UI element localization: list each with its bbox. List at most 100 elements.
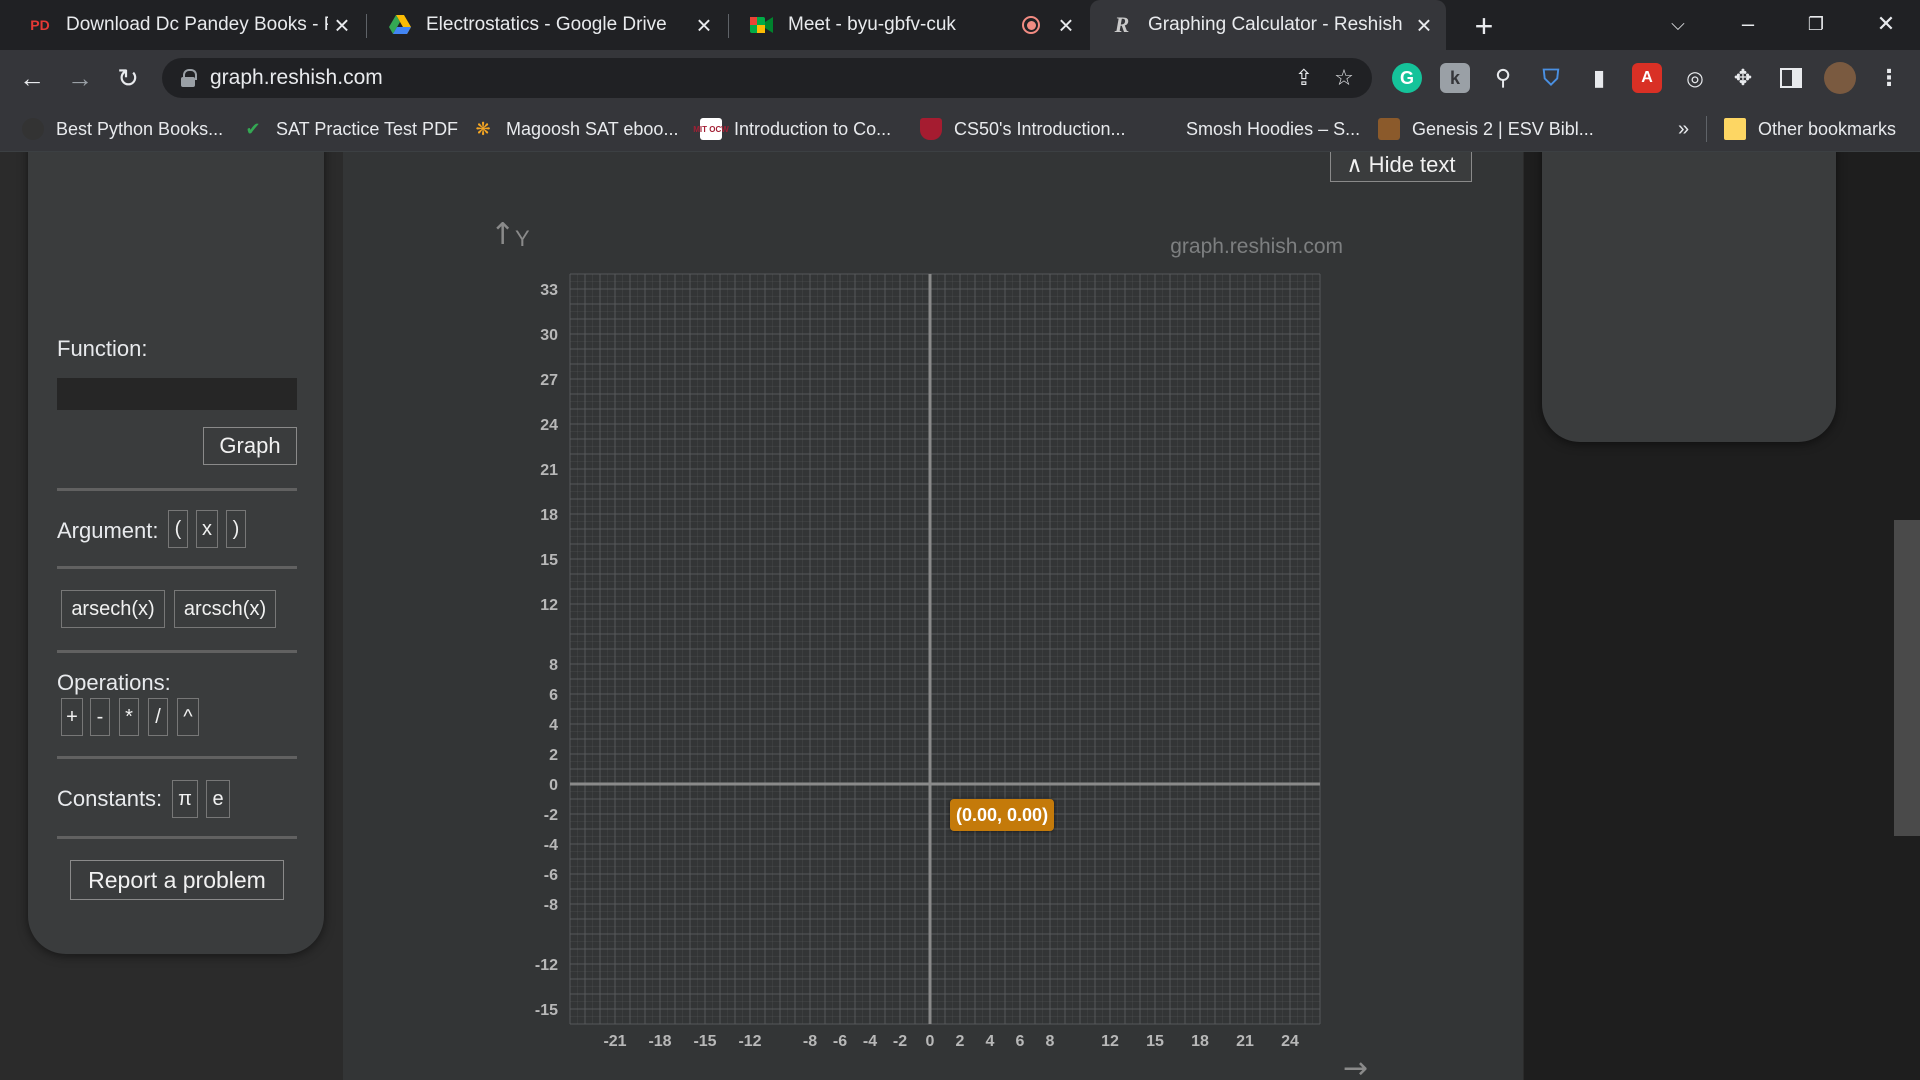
new-tab-icon[interactable]: +	[1466, 8, 1502, 44]
y-tick-label: -8	[544, 897, 558, 914]
extension-k-icon[interactable]: k	[1440, 63, 1470, 93]
arcsch-button[interactable]: arcsch(x)	[174, 590, 276, 628]
tab-label: Download Dc Pandey Books - PD	[66, 14, 328, 35]
bookmark-label: Best Python Books...	[56, 118, 224, 139]
function-input[interactable]	[57, 378, 297, 410]
tab-label: Graphing Calculator - Reshish	[1148, 14, 1403, 35]
profile-avatar[interactable]	[1824, 62, 1856, 94]
pi-button[interactable]: π	[172, 780, 198, 818]
forward-arrow-icon[interactable]: →	[62, 60, 98, 96]
bookmark-cs50[interactable]: CS50's Introduction...	[920, 106, 1126, 152]
close-tab-icon[interactable]: ×	[328, 10, 356, 40]
x-tick-label: 12	[1101, 1033, 1119, 1050]
x-tick-label: 21	[1236, 1033, 1254, 1050]
close-tab-icon[interactable]: ×	[690, 10, 718, 40]
back-arrow-icon[interactable]: ←	[14, 60, 50, 96]
bookmark-smosh-hoodies[interactable]: Smosh Hoodies – S...	[1186, 106, 1360, 152]
y-tick-label: 4	[549, 717, 558, 734]
tab-graphing-calculator[interactable]: R Graphing Calculator - Reshish ×	[1090, 0, 1446, 50]
open-paren-button[interactable]: (	[168, 510, 188, 548]
plus-button[interactable]: +	[61, 698, 83, 736]
y-tick-label: 6	[549, 687, 558, 704]
operations-label: Operations:	[57, 670, 171, 695]
hide-text-button[interactable]: ∧ Hide text	[1330, 152, 1472, 182]
bookmark-label: Introduction to Co...	[734, 118, 892, 139]
grammarly-icon[interactable]: G	[1392, 63, 1422, 93]
watermark: graph.reshish.com	[1170, 235, 1343, 258]
scrollbar-thumb[interactable]	[1894, 520, 1920, 836]
power-button[interactable]: ^	[177, 698, 199, 736]
x-tick-label: -6	[833, 1033, 847, 1050]
bookmark-label: SAT Practice Test PDF	[276, 118, 459, 139]
shield-icon[interactable]: ⛉	[1536, 63, 1566, 93]
x-axis-arrow-icon: →	[1343, 1051, 1368, 1080]
side-card	[1542, 152, 1836, 442]
x-tick-label: 15	[1146, 1033, 1164, 1050]
y-tick-label: -2	[544, 807, 558, 824]
report-problem-button[interactable]: Report a problem	[70, 860, 284, 900]
minus-button[interactable]: -	[90, 698, 110, 736]
other-bookmarks[interactable]: Other bookmarks	[1724, 106, 1896, 152]
share-icon[interactable]: ⇪	[1284, 58, 1324, 98]
restore-icon[interactable]: ❐	[1796, 6, 1836, 42]
graph-button[interactable]: Graph	[203, 427, 297, 465]
x-tick-label: 18	[1191, 1033, 1209, 1050]
x-tick-label: 4	[986, 1033, 995, 1050]
tab-meet[interactable]: Meet - byu-gbfv-cuk ×	[730, 0, 1088, 50]
adobe-acrobat-icon[interactable]: A	[1632, 63, 1662, 93]
y-tick-label: -4	[544, 837, 558, 854]
menu-kebab-icon[interactable]: ⋮	[1874, 63, 1904, 93]
lightbulb-icon[interactable]: ⚲	[1488, 63, 1518, 93]
graph-canvas[interactable]: -21 -18 -15 -12 -8 -6 -4 -2 0 2 4 6 8 12 15 18 21 2433302…	[343, 152, 1523, 1080]
constants-label: Constants:	[57, 786, 163, 811]
folder-icon	[1724, 118, 1746, 140]
y-tick-label: 15	[540, 552, 558, 569]
bible-icon	[1378, 118, 1400, 140]
bookmark-introduction-to-co[interactable]: MIT OCW Introduction to Co...	[693, 106, 892, 152]
side-panel-icon[interactable]	[1776, 63, 1806, 93]
arsech-button[interactable]: arsech(x)	[61, 590, 165, 628]
hubspot-icon: ❋	[475, 118, 491, 139]
address-bar[interactable]: graph.reshish.com ⇪ ☆	[162, 58, 1372, 98]
divide-button[interactable]: /	[148, 698, 168, 736]
x-tick-label: -8	[803, 1033, 817, 1050]
reload-icon[interactable]: ↻	[110, 60, 146, 96]
meet-icon	[750, 13, 774, 37]
bookmarks-overflow-button[interactable]: »	[1678, 106, 1689, 152]
bookmark-best-python-books[interactable]: Best Python Books...	[22, 106, 223, 152]
bookmark-sat-practice[interactable]: ✔ SAT Practice Test PDF	[242, 106, 458, 152]
x-button[interactable]: x	[196, 510, 218, 548]
spy-icon[interactable]: ◎	[1680, 63, 1710, 93]
tab-dc-pandey[interactable]: PD Download Dc Pandey Books - PD ×	[8, 0, 364, 50]
cursor-coordinate-tooltip: (0.00, 0.00)	[950, 799, 1055, 831]
multiply-button[interactable]: *	[119, 698, 139, 736]
x-tick-label: -18	[648, 1033, 671, 1050]
tab-label: Electrostatics - Google Drive	[426, 14, 667, 35]
bookmark-label: CS50's Introduction...	[954, 118, 1126, 139]
url-text[interactable]: graph.reshish.com	[210, 66, 1284, 90]
lock-icon[interactable]	[180, 69, 197, 87]
minimize-icon[interactable]: –	[1728, 6, 1768, 42]
argument-label: Argument:	[57, 518, 159, 543]
bookmark-magoosh[interactable]: ❋ Magoosh SAT eboo...	[472, 106, 678, 152]
close-window-icon[interactable]: ✕	[1866, 6, 1906, 42]
browser-toolbar: ← → ↻ graph.reshish.com ⇪ ☆ G k ⚲ ⛉ ▮ A …	[0, 50, 1920, 106]
bookmark-star-icon[interactable]: ☆	[1324, 58, 1364, 98]
extensions-puzzle-icon[interactable]: ✥	[1728, 63, 1758, 93]
close-tab-icon[interactable]: ×	[1410, 10, 1438, 40]
close-tab-icon[interactable]: ×	[1052, 10, 1080, 40]
x-tick-label: -2	[893, 1033, 907, 1050]
y-tick-label: 12	[540, 597, 558, 614]
files-icon[interactable]: ▮	[1584, 63, 1614, 93]
divider	[57, 566, 297, 569]
y-tick-label: 24	[540, 417, 558, 434]
divider	[57, 836, 297, 839]
close-paren-button[interactable]: )	[226, 510, 246, 548]
y-tick-label: -15	[535, 1002, 558, 1019]
bookmark-genesis-esv[interactable]: Genesis 2 | ESV Bibl...	[1378, 106, 1594, 152]
bookmark-favicon-icon	[22, 118, 44, 140]
tab-search-chevron-icon[interactable]: ⌵	[1658, 6, 1698, 42]
tab-google-drive[interactable]: Electrostatics - Google Drive ×	[368, 0, 726, 50]
e-button[interactable]: e	[206, 780, 230, 818]
x-tick-label: 24	[1281, 1033, 1299, 1050]
